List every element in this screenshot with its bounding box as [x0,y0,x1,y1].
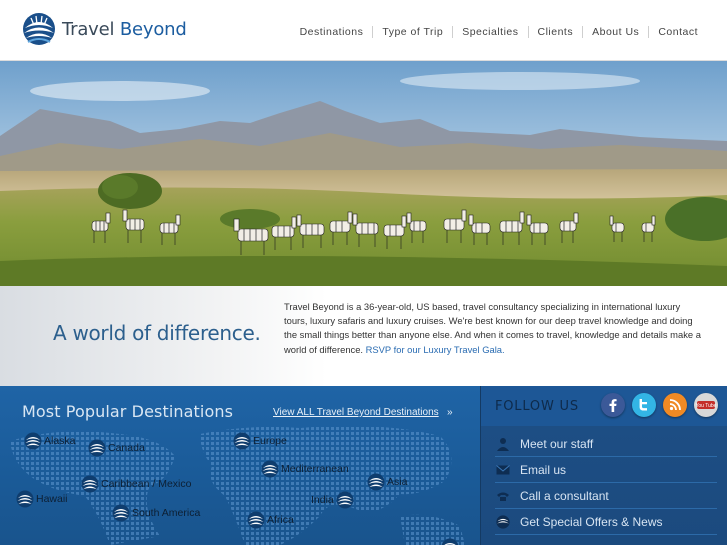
phone-icon [495,488,511,504]
dest-label: Canada [108,442,145,454]
dest-label: Europe [253,435,287,447]
nav-clients[interactable]: Clients [527,26,583,38]
dest-africa[interactable]: Africa [247,511,294,529]
tagline: A world of difference. [53,321,261,345]
dest-label: Hawaii [36,493,68,505]
globe-marker-icon [24,432,42,450]
hero-image [0,61,727,286]
intro-paragraph: Travel Beyond is a 36-year-old, US based… [284,300,704,357]
youtube-glyph: You Tube [696,401,717,409]
view-all-destinations-link[interactable]: View ALL Travel Beyond Destinations [273,407,439,418]
twitter-glyph [639,399,647,411]
link-label: Meet our staff [520,436,594,451]
globe-marker-icon [233,432,251,450]
youtube-label: You Tube [696,403,717,409]
brand-word-1: Travel [62,18,115,40]
link-label: Get Special Offers & News [520,514,663,529]
twitter-icon[interactable] [632,393,656,417]
globe-marker-icon [16,490,34,508]
link-label: Email us [520,462,567,477]
dest-label: Mediterranean [281,463,349,475]
logo-globe-icon [23,13,55,45]
nav-about-us[interactable]: About Us [582,26,648,38]
call-a-consultant-link[interactable]: Call a consultant [495,483,717,509]
savanna-zebras-image [0,61,727,286]
site-header: Travel Beyond Destinations Type of Trip … [0,0,727,61]
dest-mediterranean[interactable]: Mediterranean [261,460,349,478]
page: Travel Beyond Destinations Type of Trip … [0,0,727,545]
follow-header: FOLLOW US You Tube [481,386,727,426]
dest-label: Alaska [44,435,76,447]
dest-asia[interactable]: Asia [367,473,407,491]
logo[interactable]: Travel Beyond [22,12,187,46]
globe-marker-icon [112,504,130,522]
main-nav: Destinations Type of Trip Specialties Cl… [291,26,707,38]
facebook-glyph [609,399,617,412]
follow-title: FOLLOW US [495,399,579,414]
globe-icon [495,514,511,530]
dest-south-america[interactable]: South America [112,504,200,522]
youtube-icon[interactable]: You Tube [694,393,718,417]
intro-band: A world of difference. Travel Beyond is … [0,286,727,386]
globe-marker-icon [367,473,385,491]
dest-label: Caribbean / Mexico [101,478,192,490]
email-us-link[interactable]: Email us [495,457,717,483]
globe-marker-icon [247,511,265,529]
dest-label: Africa [267,514,294,526]
dest-hawaii[interactable]: Hawaii [16,490,68,508]
dest-label: India [311,494,334,506]
link-label: Call a consultant [520,488,609,503]
follow-us-panel: FOLLOW US You Tube Meet our staff Email … [480,386,727,545]
nav-contact[interactable]: Contact [648,26,707,38]
envelope-icon [495,462,511,478]
special-offers-link[interactable]: Get Special Offers & News [495,509,717,535]
globe-marker-icon [441,538,459,545]
facebook-icon[interactable] [601,393,625,417]
globe-marker-icon [261,460,279,478]
dest-label: Asia [387,476,408,488]
destinations-title: Most Popular Destinations [22,402,234,421]
view-all-arrow: » [447,407,453,418]
brand-word-2: Beyond [119,18,187,40]
dest-label: South America [132,507,201,519]
nav-destinations[interactable]: Destinations [291,26,373,38]
gala-rsvp-link[interactable]: RSVP for our Luxury Travel Gala. [366,344,505,355]
dest-canada[interactable]: Canada [88,439,145,457]
globe-marker-icon [336,491,354,509]
dest-india[interactable]: India [311,491,354,509]
rss-icon[interactable] [663,393,687,417]
meet-our-staff-link[interactable]: Meet our staff [495,431,717,457]
globe-marker-icon [81,475,99,493]
dest-europe[interactable]: Europe [233,432,287,450]
globe-marker-icon [88,439,106,457]
nav-specialties[interactable]: Specialties [452,26,527,38]
dest-marker-partial[interactable] [441,538,459,545]
popular-destinations-panel: Most Popular Destinations View ALL Trave… [0,386,480,545]
nav-type-of-trip[interactable]: Type of Trip [372,26,452,38]
dest-caribbean-mexico[interactable]: Caribbean / Mexico [81,475,191,493]
dest-alaska[interactable]: Alaska [24,432,76,450]
person-icon [495,436,511,452]
brand-name: Travel Beyond [62,19,187,40]
rss-glyph [669,399,681,411]
